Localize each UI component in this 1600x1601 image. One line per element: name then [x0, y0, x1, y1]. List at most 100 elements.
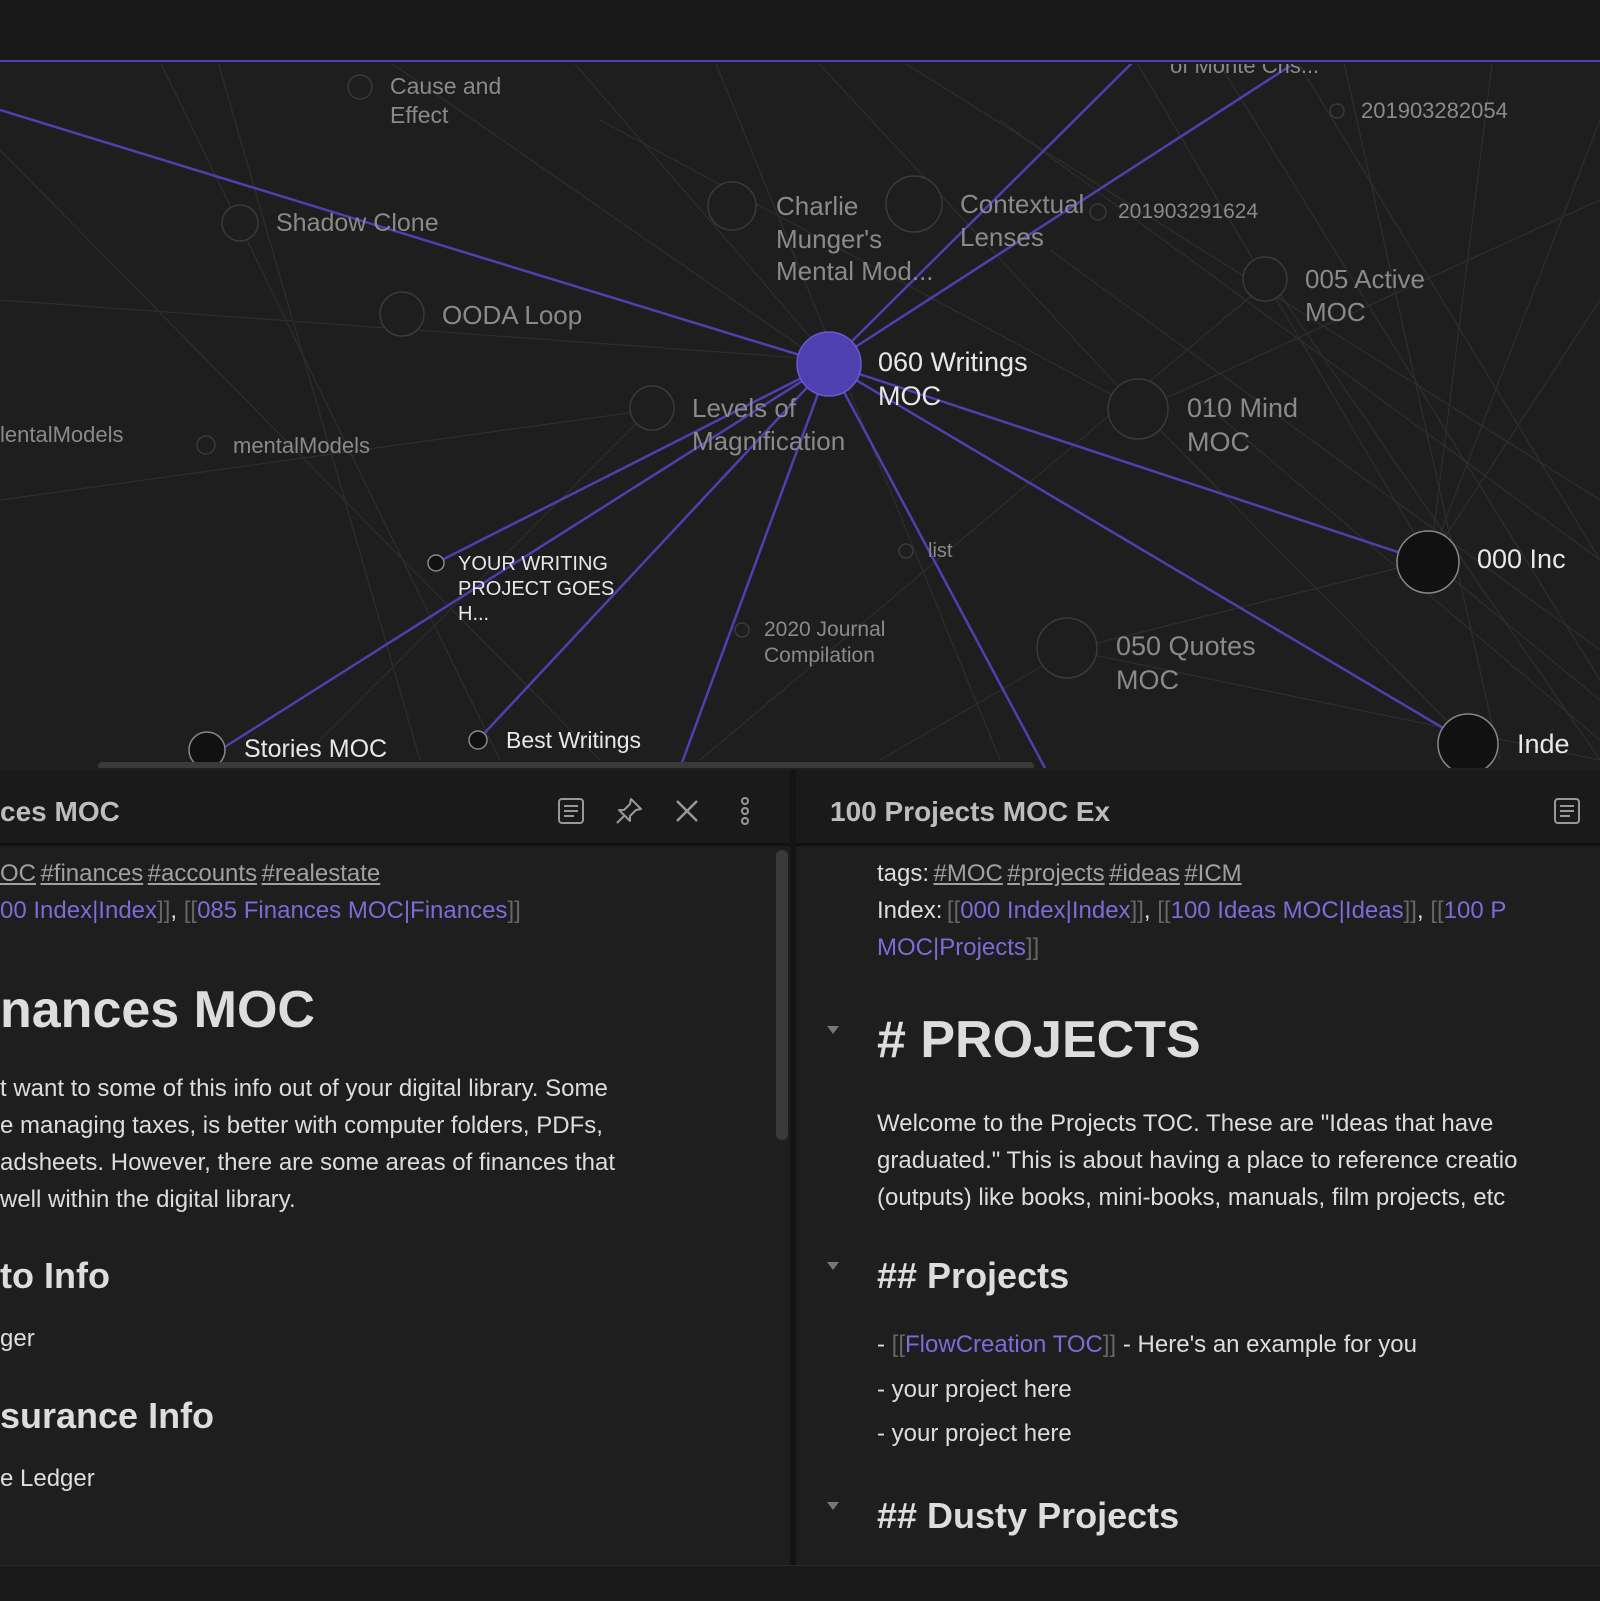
close-icon[interactable]: [672, 796, 702, 826]
link-bracket: ]]: [507, 897, 521, 924]
graph-node-levels[interactable]: [629, 385, 675, 431]
graph-node-charlie[interactable]: [707, 181, 757, 231]
note-heading: nances MOC: [0, 981, 315, 1039]
graph-node-label[interactable]: Best Writings: [506, 726, 641, 755]
graph-node-label[interactable]: Stories MOC: [244, 734, 387, 765]
frontmatter-index-cont: MOC|Projects]]: [877, 934, 1039, 962]
graph-node-quotes[interactable]: [1036, 617, 1098, 679]
graph-edge-faint: [217, 64, 421, 761]
tag[interactable]: #ideas: [1109, 860, 1180, 887]
graph-node-index[interactable]: [1396, 530, 1460, 594]
link-bracket: [[: [183, 897, 198, 924]
graph-node-writings[interactable]: [796, 331, 862, 397]
left-pane-scrollbar[interactable]: [776, 850, 788, 1140]
reading-view-icon[interactable]: [1552, 796, 1582, 826]
graph-node-inde[interactable]: [1437, 713, 1499, 768]
graph-node-list[interactable]: [898, 543, 914, 559]
graph-node-active[interactable]: [1242, 256, 1288, 302]
graph-node-label[interactable]: list: [928, 539, 952, 564]
link-bracket: [[: [1157, 897, 1171, 924]
list-bullet: -: [877, 1331, 892, 1358]
graph-edge-faint: [1429, 64, 1493, 561]
separator: ,: [170, 897, 184, 924]
wikilink[interactable]: MOC|Projects: [877, 934, 1026, 961]
graph-node-label[interactable]: lentalModels: [0, 421, 124, 449]
paragraph-line: adsheets. However, there are some areas …: [0, 1149, 616, 1176]
right-pane-title[interactable]: 100 Projects MOC Ex: [830, 796, 1110, 828]
section-heading: ## Projects: [877, 1255, 1070, 1296]
wikilink[interactable]: 100 Ideas MOC|Ideas: [1171, 897, 1404, 924]
reading-view-icon[interactable]: [556, 796, 586, 826]
graph-node-label[interactable]: of Monte Cris...: [1170, 64, 1319, 80]
right-note-content[interactable]: tags: #MOC #projects #ideas #ICM Index: …: [796, 850, 1600, 1565]
right-note-pane: 100 Projects MOC Ex tags: #MOC #projects…: [796, 770, 1600, 1565]
tags-label: tags:: [877, 860, 930, 887]
graph-edge-faint: [879, 649, 1071, 761]
graph-node-journal[interactable]: [734, 622, 750, 638]
tag[interactable]: #projects: [1007, 860, 1104, 887]
wikilink[interactable]: 00 Index|Index: [0, 897, 157, 924]
link-bracket: [[: [891, 1331, 906, 1358]
separator: ,: [1143, 897, 1158, 924]
tag[interactable]: #accounts: [148, 860, 257, 887]
tag[interactable]: #MOC: [933, 860, 1002, 887]
graph-node-yourwriting[interactable]: [427, 554, 445, 572]
graph-node-label[interactable]: 2020 Journal Compilation: [764, 617, 885, 670]
graph-edge-faint: [1218, 64, 1600, 681]
graph-edge-faint: [160, 64, 501, 761]
pin-icon[interactable]: [614, 796, 644, 826]
heading-projects: # PROJECTS: [877, 1011, 1201, 1069]
wikilink[interactable]: FlowCreation TOC: [905, 1331, 1103, 1358]
graph-view[interactable]: Cause and Effect Shadow Clone OODA Loop Cha…: [0, 64, 1600, 768]
graph-node-label[interactable]: Charlie Munger's Mental Mod...: [776, 190, 934, 288]
graph-node-label[interactable]: Inde: [1517, 728, 1570, 762]
left-note-content[interactable]: OC #finances #accounts #realestate 00 In…: [0, 850, 790, 1565]
paragraph-line: e managing taxes, is better with compute…: [0, 1112, 603, 1139]
more-options-icon[interactable]: [730, 796, 760, 826]
graph-node-n2054[interactable]: [1329, 103, 1345, 119]
graph-node-label[interactable]: Contextual Lenses: [960, 188, 1084, 253]
graph-node-label[interactable]: Levels of Magnification: [692, 392, 845, 457]
index-label: Index:: [877, 897, 943, 924]
graph-node-mind[interactable]: [1107, 378, 1169, 440]
section-heading: ## Dusty Projects: [877, 1495, 1180, 1536]
graph-node-n1624[interactable]: [1089, 203, 1107, 221]
left-pane-header: ces MOC: [0, 770, 790, 846]
wikilink[interactable]: 100 P: [1444, 897, 1507, 924]
fold-toggle-icon[interactable]: [827, 1502, 839, 1510]
link-bracket: [[: [946, 897, 961, 924]
separator: ,: [1416, 897, 1431, 924]
wikilink[interactable]: 085 Finances MOC|Finances: [197, 897, 507, 924]
graph-node-cause[interactable]: [347, 74, 373, 100]
graph-node-label[interactable]: OODA Loop: [442, 299, 582, 332]
tag[interactable]: #finances: [40, 860, 143, 887]
frontmatter-tags: OC #finances #accounts #realestate: [0, 860, 380, 888]
graph-node-label[interactable]: mentalModels: [233, 432, 370, 460]
wikilink[interactable]: 000 Index|Index: [960, 897, 1130, 924]
graph-node-label[interactable]: Cause and Effect: [390, 72, 501, 130]
graph-node-label[interactable]: Shadow Clone: [276, 208, 439, 239]
graph-scrollbar[interactable]: [98, 762, 1034, 768]
graph-node-label[interactable]: 060 Writings MOC: [878, 346, 1028, 414]
status-bar: [0, 1565, 1600, 1601]
graph-node-label[interactable]: 201903282054: [1361, 97, 1508, 125]
graph-node-shadow[interactable]: [221, 204, 259, 242]
paragraph-line: graduated." This is about having a place…: [877, 1147, 1518, 1174]
graph-node-label[interactable]: 010 Mind MOC: [1187, 392, 1298, 460]
fold-toggle-icon[interactable]: [827, 1026, 839, 1034]
graph-node-mentalB[interactable]: [196, 435, 216, 455]
tag[interactable]: #ICM: [1184, 860, 1241, 887]
graph-node-label[interactable]: 005 Active MOC: [1305, 263, 1425, 328]
fold-toggle-icon[interactable]: [827, 1262, 839, 1270]
paragraph-line: well within the digital library.: [0, 1186, 296, 1213]
tag[interactable]: OC: [0, 860, 36, 887]
graph-node-label[interactable]: YOUR WRITING PROJECT GOES H...: [458, 552, 614, 627]
graph-node-label[interactable]: 000 Inc: [1477, 543, 1566, 577]
graph-node-ooda[interactable]: [379, 291, 425, 337]
left-pane-title[interactable]: ces MOC: [0, 796, 120, 828]
graph-node-label[interactable]: 050 Quotes MOC: [1116, 630, 1256, 698]
graph-node-best[interactable]: [468, 730, 488, 750]
graph-node-label[interactable]: 201903291624: [1118, 199, 1258, 225]
tag[interactable]: #realestate: [262, 860, 381, 887]
frontmatter-tags: tags: #MOC #projects #ideas #ICM: [877, 860, 1242, 888]
